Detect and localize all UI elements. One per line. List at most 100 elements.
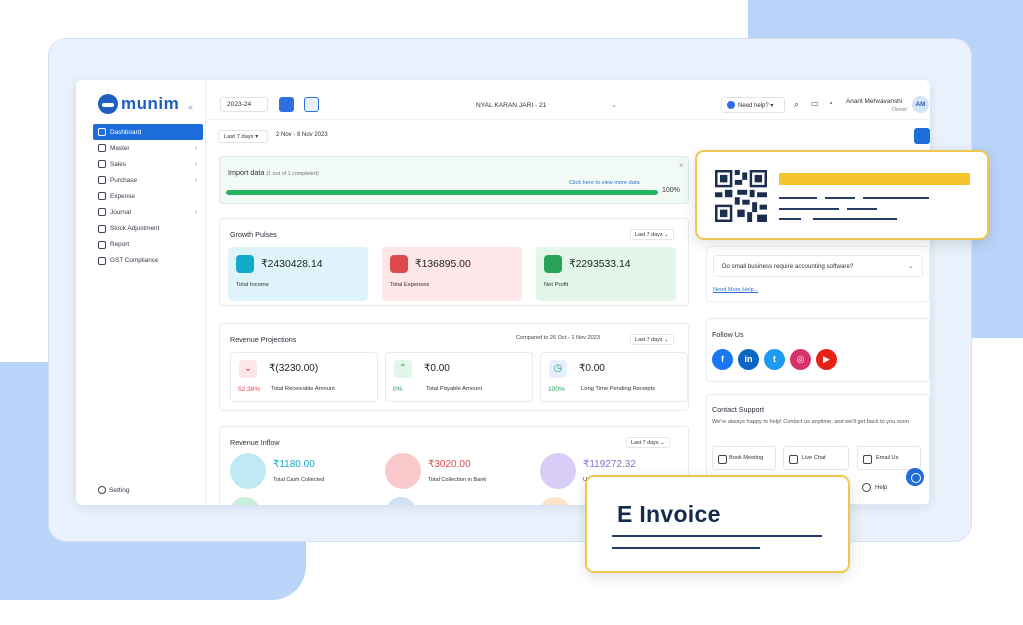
revenue-projections-card: Revenue Projections Compared to 26 Oct -…: [219, 323, 689, 411]
calculator-icon[interactable]: [304, 97, 319, 112]
import-subtitle: (1 out of 1 completed): [266, 171, 319, 177]
growth-stat-card[interactable]: ₹2293533.14 Net Profit: [536, 247, 676, 301]
text-line: [779, 208, 839, 210]
book-meeting-button[interactable]: Book Meeting: [712, 446, 776, 470]
chevron-down-icon[interactable]: ⌄: [611, 101, 617, 109]
money-bag-icon: [390, 255, 408, 273]
financial-year-select[interactable]: 2023-24: [220, 97, 268, 112]
growth-period-select[interactable]: Last 7 days ⌄: [630, 229, 674, 240]
chevron-right-icon: ›: [194, 160, 197, 168]
touch-icon[interactable]: [279, 97, 294, 112]
need-help-label: Need help?: [738, 103, 769, 109]
youtube-icon[interactable]: ▶: [816, 349, 837, 370]
text-line: [779, 197, 817, 199]
live-chat-button[interactable]: Live Chat: [783, 446, 849, 470]
help-link[interactable]: Help: [862, 483, 887, 492]
logo[interactable]: munim: [98, 94, 179, 114]
nav-item-icon: [98, 176, 106, 185]
faq-question[interactable]: Do small business require accounting sof…: [713, 255, 923, 277]
keyboard-icon[interactable]: ▭: [811, 99, 819, 108]
chevron-right-icon: ›: [194, 176, 197, 184]
instagram-icon[interactable]: ◎: [790, 349, 811, 370]
sidebar-item-journal[interactable]: Journal ›: [93, 204, 203, 220]
inflow-period-select[interactable]: Last 7 days ⌄: [626, 437, 670, 448]
qr-highlight-bar: [779, 173, 970, 185]
compared-text: Compared to 26 Oct - 1 Nov 2023: [516, 335, 600, 341]
twitter-icon[interactable]: t: [764, 349, 785, 370]
dashboard-app: munim « Dashboard Master › Sales › Purchase › E…: [76, 80, 930, 505]
date-range-text: 2 Nov - 8 Nov 2023: [276, 132, 328, 138]
stat-value: ₹2430428.14: [261, 259, 323, 270]
close-icon[interactable]: ×: [679, 161, 684, 170]
sidebar-item-label: Sales: [110, 160, 126, 168]
sidebar-item-label: Journal: [110, 208, 131, 216]
inflow-icon-partial: [386, 497, 416, 505]
bell-icon[interactable]: ◔: [828, 99, 833, 108]
nav-item-icon: [98, 208, 106, 217]
inflow-label: Total Collection in Bank: [428, 477, 487, 483]
linkedin-icon[interactable]: in: [738, 349, 759, 370]
sidebar-nav: Dashboard Master › Sales › Purchase › Expense Jo…: [93, 124, 203, 269]
projections-period-select[interactable]: Last 7 days ⌄: [630, 334, 674, 345]
sidebar-item-report[interactable]: Report: [93, 237, 203, 253]
sidebar-item-stock-adjustment[interactable]: Stock Adjustment: [93, 221, 203, 237]
text-line: [612, 535, 822, 537]
inflow-item[interactable]: ₹1180.00 Total Cash Collected: [230, 453, 380, 493]
growth-stat-card[interactable]: ₹136895.00 Total Expenses: [382, 247, 522, 301]
date-range-select[interactable]: Last 7 days ▾: [218, 130, 268, 143]
help-icon: [862, 483, 871, 492]
sidebar-item-master[interactable]: Master ›: [93, 140, 203, 156]
projection-percent: 52.38%: [238, 386, 261, 393]
view-more-data-link[interactable]: Click here to view more data: [569, 180, 640, 186]
need-more-help-link[interactable]: Need More Help...: [713, 287, 758, 293]
projection-card[interactable]: ⌃ ₹0.00 0% Total Payable Amount: [385, 352, 533, 402]
e-invoice-callout: E Invoice: [585, 475, 850, 573]
projection-card[interactable]: ◷ ₹0.00 100% Long Time Pending Receipts: [540, 352, 688, 402]
user-name: Anant Mehvavanshi: [846, 98, 903, 105]
growth-stat-card[interactable]: ₹2430428.14 Total Income: [228, 247, 368, 301]
import-data-card: Import data (1 out of 1 completed) × Cli…: [219, 156, 689, 204]
facebook-icon[interactable]: f: [712, 349, 733, 370]
e-invoice-title: E Invoice: [617, 501, 721, 527]
munim-mascot-icon: [98, 94, 118, 114]
sidebar-item-expense[interactable]: Expense: [93, 188, 203, 204]
sidebar-item-label: Setting: [109, 486, 130, 494]
trend-icon: ⌄: [239, 360, 257, 378]
avatar[interactable]: AM: [912, 96, 929, 113]
text-line: [825, 197, 855, 199]
qr-code-icon: [715, 170, 767, 222]
print-button[interactable]: [914, 128, 930, 144]
inflow-item[interactable]: ₹3020.00 Total Collection in Bank: [385, 453, 535, 493]
email-us-button[interactable]: Email Us: [857, 446, 921, 470]
text-line: [779, 218, 801, 220]
search-icon[interactable]: ⌕: [794, 99, 799, 110]
sidebar-item-purchase[interactable]: Purchase ›: [93, 172, 203, 188]
card-title: Contact Support: [712, 405, 764, 414]
sidebar-item-sales[interactable]: Sales ›: [93, 156, 203, 172]
chevron-right-icon: ›: [194, 144, 197, 152]
chat-bubble-icon[interactable]: [906, 468, 924, 486]
nav-item-icon: [98, 256, 106, 265]
projection-value: ₹(3230.00): [269, 363, 319, 374]
import-title: Import data (1 out of 1 completed): [228, 168, 319, 177]
sidebar-item-label: Master: [110, 144, 130, 152]
need-help-button[interactable]: Need help? ▾: [721, 97, 785, 113]
sidebar-item-setting[interactable]: Setting: [98, 486, 130, 494]
period-label: Last 7 days: [631, 440, 659, 446]
help-label: Help: [875, 484, 888, 491]
nav-item-icon: [98, 224, 106, 233]
inflow-value: ₹1180.00: [273, 459, 315, 470]
projection-value: ₹0.00: [424, 363, 450, 374]
projection-value: ₹0.00: [579, 363, 605, 374]
projection-card[interactable]: ⌄ ₹(3230.00) 52.38% Total Receivable Amount: [230, 352, 378, 402]
text-line: [863, 197, 929, 199]
inflow-label: Total Cash Collected: [273, 477, 325, 483]
company-select[interactable]: NYAL KARAN JARI - 21: [476, 102, 546, 109]
collapse-sidebar-icon[interactable]: «: [188, 102, 193, 112]
nav-item-icon: [98, 160, 106, 169]
qr-code-callout: [695, 150, 989, 240]
sidebar-item-gst-compliance[interactable]: GST Compliance: [93, 253, 203, 269]
sidebar-item-dashboard[interactable]: Dashboard: [93, 124, 203, 140]
import-title-text: Import data: [228, 168, 265, 177]
projection-label: Long Time Pending Receipts: [581, 386, 656, 392]
